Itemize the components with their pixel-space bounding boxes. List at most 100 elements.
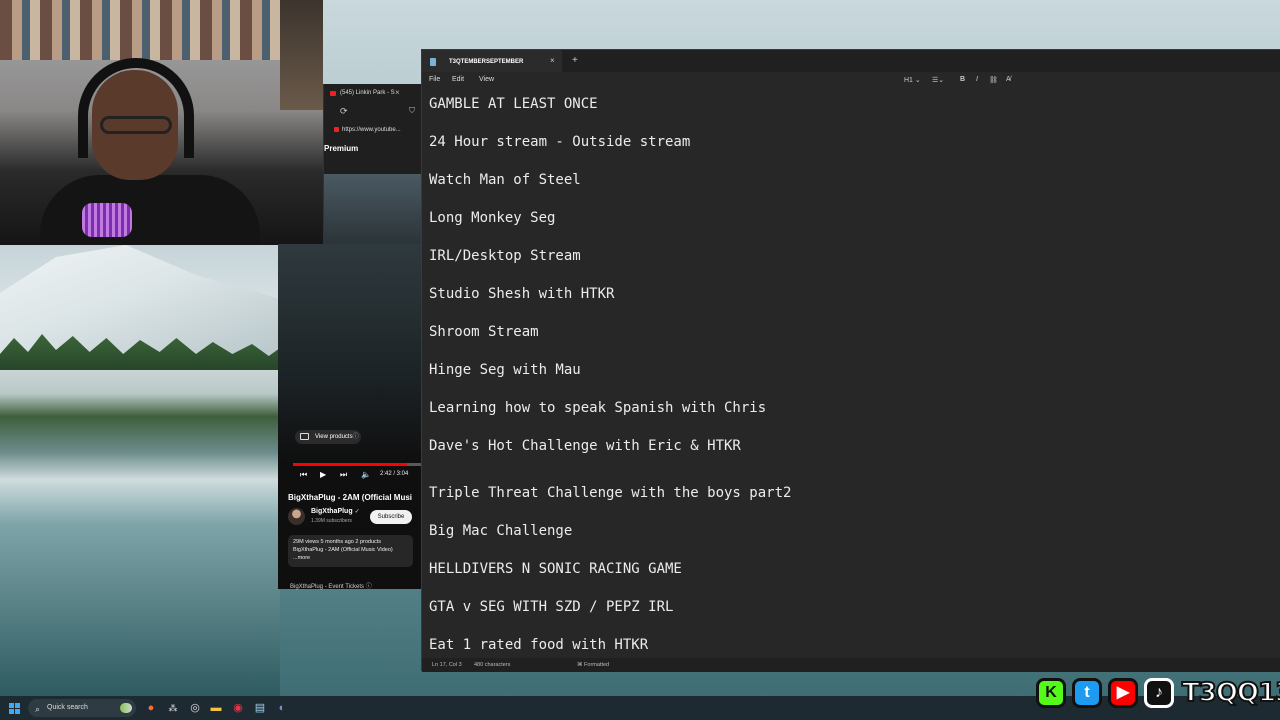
volume-icon[interactable]: 🔈 <box>361 470 371 479</box>
firefox-icon[interactable]: ● <box>142 699 160 717</box>
notepad-window: T3QTEMBERSEPTEMBER × + File Edit View H1… <box>421 49 1280 672</box>
editor-tab-title: T3QTEMBERSEPTEMBER <box>449 59 524 65</box>
microphone <box>82 203 132 237</box>
heading-dropdown[interactable]: H1 ⌄ <box>904 76 921 84</box>
obs-icon[interactable]: ◉ <box>229 699 247 717</box>
address-bar-url: https://www.youtube... <box>342 127 401 133</box>
list-icon[interactable]: ☰⌄ <box>932 76 944 84</box>
windows-start-icon[interactable] <box>9 703 20 714</box>
notepad-icon <box>430 58 436 66</box>
new-tab-icon[interactable]: + <box>572 55 578 66</box>
bold-button[interactable]: B <box>960 76 965 83</box>
character-count: 480 characters <box>474 662 511 668</box>
subscriber-count: 1.39M subscribers <box>311 518 352 524</box>
text-line: Hinge Seg with Mau <box>429 362 581 378</box>
video-title: BigXthaPlug - 2AM (Official Musi <box>288 493 413 502</box>
info-icon[interactable]: ⓘ <box>366 584 372 590</box>
twitter-icon: t <box>1072 678 1102 708</box>
channel-name[interactable]: BigXthaPlug ✓ <box>311 508 360 515</box>
close-tab-icon[interactable]: × <box>395 86 400 100</box>
streamer-handle: T3QQ13 <box>1181 677 1280 709</box>
webcam-feed <box>0 0 323 245</box>
text-line: 24 Hour stream - Outside stream <box>429 134 691 150</box>
streamer-body <box>40 175 260 245</box>
search-box[interactable]: ⌕ Quick search <box>28 699 136 717</box>
shield-icon[interactable]: ⛉ <box>409 106 415 116</box>
text-line: Big Mac Challenge <box>429 523 573 539</box>
subscribe-button[interactable]: Subscribe <box>370 510 412 524</box>
shopping-bag-icon <box>300 433 309 440</box>
event-tickets-label: BigXthaPlug - Event Tickets <box>290 584 365 590</box>
view-products-label: View products <box>315 434 353 440</box>
youtube-player-panel: View products ⓘ ⏮ ▶ ⏭ 🔈 2:42 / 3:04 BigX… <box>278 244 423 590</box>
browser-tab-title: (545) Linkin Park - S <box>340 90 395 96</box>
widgets-icon[interactable]: ⁂ <box>164 699 182 717</box>
discord-icon[interactable]: ◐ <box>273 699 291 717</box>
video-progress-fill <box>293 463 408 466</box>
youtube-premium-logo: Premium <box>324 144 359 153</box>
text-line: Studio Shesh with HTKR <box>429 286 615 302</box>
close-icon[interactable]: × <box>550 56 555 65</box>
reload-icon[interactable]: ⟳ <box>340 106 348 117</box>
format-label: Formatted <box>584 662 610 668</box>
next-icon[interactable]: ⏭ <box>340 470 347 480</box>
text-line: Learning how to speak Spanish with Chris <box>429 400 767 416</box>
social-overlay: K t ▶ ♪ T3QQ13 <box>1036 676 1280 712</box>
format-status[interactable]: ⌘ Formatted <box>577 662 609 668</box>
text-line: Dave's Hot Challenge with Eric & HTKR <box>429 438 741 454</box>
browser-window: (545) Linkin Park - S × ⟳ ⛉ https://www.… <box>323 84 424 244</box>
chevron-down-icon: ⌄ <box>914 77 921 84</box>
chrome-icon[interactable]: ◎ <box>186 699 204 717</box>
previous-icon[interactable]: ⏮ <box>300 470 307 480</box>
wall-poster <box>280 0 323 110</box>
search-placeholder: Quick search <box>47 704 88 711</box>
youtube-favicon-icon <box>334 127 339 132</box>
menu-edit[interactable]: Edit <box>452 76 464 83</box>
clear-format-icon[interactable]: A̸ <box>1006 76 1011 83</box>
editor-statusbar: Ln 17, Col 3 480 characters ⌘ Formatted <box>422 658 1280 672</box>
link-icon[interactable]: ⛓ <box>989 76 998 84</box>
view-products-button[interactable]: View products ⓘ <box>295 430 361 444</box>
video-time: 2:42 / 3:04 <box>380 471 409 477</box>
editor-titlebar: T3QTEMBERSEPTEMBER × + <box>422 50 1280 72</box>
text-line: Watch Man of Steel <box>429 172 581 188</box>
description-more-link[interactable]: ...more <box>293 554 408 563</box>
cursor-position: Ln 17, Col 3 <box>432 662 462 668</box>
text-line: HELLDIVERS N SONIC RACING GAME <box>429 561 682 577</box>
youtube-favicon-icon <box>330 91 336 96</box>
collectibles-shelf <box>0 0 280 60</box>
info-icon[interactable]: ⓘ <box>353 430 359 444</box>
landscape-wallpaper <box>0 245 280 696</box>
menu-file[interactable]: File <box>429 76 440 83</box>
browser-tab[interactable]: (545) Linkin Park - S × <box>326 86 406 100</box>
video-progress-bar[interactable] <box>293 463 423 466</box>
youtube-icon: ▶ <box>1108 678 1138 708</box>
description-text: BigXthaPlug - 2AM (Official Music Video) <box>293 547 393 553</box>
headphones <box>78 58 194 158</box>
play-icon[interactable]: ▶ <box>320 470 326 479</box>
search-highlight-icon <box>120 703 132 713</box>
kick-icon: K <box>1036 678 1066 708</box>
heading-label: H1 <box>904 77 913 84</box>
video-thumbnail <box>324 174 424 244</box>
video-description[interactable]: 29M views 5 months ago 2 products BigXth… <box>288 535 413 567</box>
text-line: GTA v SEG WITH SZD / PEPZ IRL <box>429 599 674 615</box>
player-controls: ⏮ ▶ ⏭ 🔈 2:42 / 3:04 <box>298 470 423 482</box>
text-line: Long Monkey Seg <box>429 210 556 226</box>
italic-button[interactable]: I <box>976 76 978 83</box>
text-line: Shroom Stream <box>429 324 539 340</box>
notepad-taskbar-icon[interactable]: ▤ <box>251 699 269 717</box>
glasses <box>100 116 172 134</box>
text-line: Eat 1 rated food with HTKR <box>429 637 649 653</box>
verified-icon: ✓ <box>354 509 360 515</box>
markdown-icon: ⌘ <box>577 662 583 668</box>
channel-avatar[interactable] <box>288 508 305 525</box>
channel-name-text: BigXthaPlug <box>311 508 353 515</box>
editor-menubar: File Edit View H1 ⌄ ☰⌄ B I ⛓ A̸ <box>422 72 1280 90</box>
file-explorer-icon[interactable]: ▬ <box>207 699 225 717</box>
text-line: GAMBLE AT LEAST ONCE <box>429 96 598 112</box>
menu-view[interactable]: View <box>479 76 494 83</box>
event-tickets-link[interactable]: BigXthaPlug - Event Tickets ⓘ <box>290 581 372 590</box>
address-bar[interactable]: https://www.youtube... <box>334 124 410 136</box>
editor-tab[interactable]: T3QTEMBERSEPTEMBER × <box>422 50 562 72</box>
